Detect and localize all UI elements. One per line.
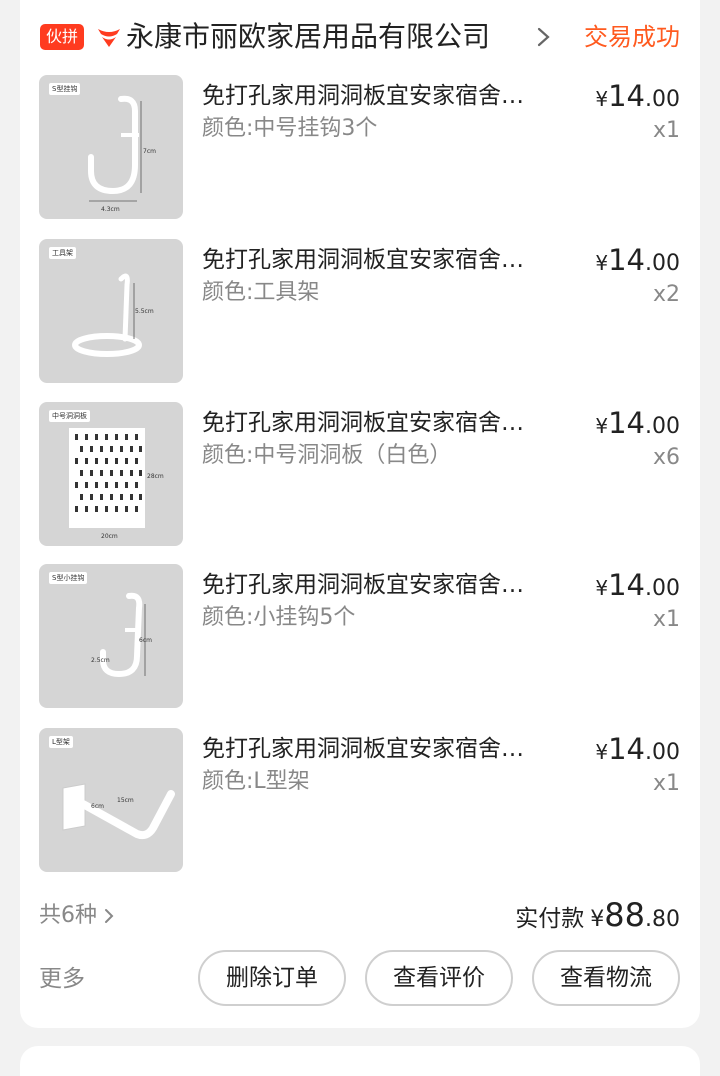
total-label: 实付款 [515, 906, 585, 932]
more-button[interactable]: 更多 [39, 962, 85, 996]
order-item[interactable]: 6cm 2.5cm S型小挂钩 免打孔家用洞洞板宜安家宿舍… 颜色:小挂钩5个 … [20, 564, 700, 710]
product-title[interactable]: 免打孔家用洞洞板宜安家宿舍… [202, 406, 562, 440]
product-quantity: x2 [652, 282, 680, 307]
order-status: 交易成功 [584, 23, 680, 51]
view-review-button[interactable]: 查看评价 [365, 950, 513, 1006]
product-thumbnail[interactable]: 7cm 4.3cm S型挂钩 [39, 75, 183, 219]
delete-order-button[interactable]: 删除订单 [198, 950, 346, 1006]
product-title[interactable]: 免打孔家用洞洞板宜安家宿舍… [202, 243, 562, 277]
product-price: ¥14.00 [595, 732, 680, 766]
dimension-label: 28cm [147, 473, 164, 480]
dimension-label: 7cm [143, 148, 156, 155]
product-variant: 颜色:工具架 [202, 280, 320, 305]
product-price: ¥14.00 [595, 568, 680, 602]
dimension-label: 2.5cm [91, 657, 110, 664]
dimension-label: 6cm [139, 637, 152, 644]
total-paid: 实付款 ¥88.80 [515, 896, 680, 934]
next-order-card [20, 1046, 700, 1076]
thumbnail-label: S型小挂钩 [49, 572, 88, 584]
product-variant: 颜色:中号挂钩3个 [202, 116, 378, 141]
dimension-label: 20cm [101, 533, 118, 540]
product-quantity: x1 [652, 607, 680, 632]
order-item[interactable]: 15cm 6cm L型架 免打孔家用洞洞板宜安家宿舍… 颜色:L型架 ¥14.0… [20, 728, 700, 874]
s-hook-image: 7cm 4.3cm [88, 95, 156, 213]
pegboard-image: 28cm 20cm [69, 428, 164, 540]
product-thumbnail[interactable]: 6cm 2.5cm S型小挂钩 [39, 564, 183, 708]
product-title[interactable]: 免打孔家用洞洞板宜安家宿舍… [202, 568, 562, 602]
shop-name[interactable]: 永康市丽欧家居用品有限公司 [126, 18, 490, 56]
product-quantity: x6 [652, 445, 680, 470]
l-rack-image: 15cm 6cm [62, 783, 175, 840]
dimension-label: 6cm [91, 803, 104, 810]
product-title[interactable]: 免打孔家用洞洞板宜安家宿舍… [202, 79, 562, 113]
thumbnail-label: L型架 [49, 736, 73, 748]
product-variant: 颜色:小挂钩5个 [202, 605, 356, 630]
product-variant: 颜色:L型架 [202, 769, 310, 794]
product-quantity: x1 [652, 118, 680, 143]
product-thumbnail[interactable]: 28cm 20cm 中号洞洞板 [39, 402, 183, 546]
dimension-label: 4.3cm [101, 206, 120, 213]
order-item[interactable]: 28cm 20cm 中号洞洞板 免打孔家用洞洞板宜安家宿舍… 颜色:中号洞洞板（… [20, 402, 700, 548]
wholesale-badge: 伙拼 [40, 24, 84, 50]
product-thumbnail[interactable]: 5.5cm 工具架 [39, 239, 183, 383]
shop-logo-icon [98, 29, 120, 47]
order-item[interactable]: 7cm 4.3cm S型挂钩 免打孔家用洞洞板宜安家宿舍… 颜色:中号挂钩3个 … [20, 75, 700, 221]
view-logistics-button[interactable]: 查看物流 [532, 950, 680, 1006]
item-kinds-link[interactable]: 共6种 [39, 900, 115, 932]
product-title[interactable]: 免打孔家用洞洞板宜安家宿舍… [202, 732, 562, 766]
order-header: 伙拼 永康市丽欧家居用品有限公司 交易成功 [20, 0, 700, 76]
order-card: 伙拼 永康市丽欧家居用品有限公司 交易成功 7cm 4.3cm S型挂钩 免打孔… [20, 0, 700, 1028]
item-kinds-count: 共6种 [39, 903, 97, 928]
product-price: ¥14.00 [595, 406, 680, 440]
product-quantity: x1 [652, 771, 680, 796]
thumbnail-label: S型挂钩 [49, 83, 81, 95]
product-thumbnail[interactable]: 15cm 6cm L型架 [39, 728, 183, 872]
order-item[interactable]: 5.5cm 工具架 免打孔家用洞洞板宜安家宿舍… 颜色:工具架 ¥14.00 x… [20, 239, 700, 385]
product-variant: 颜色:中号洞洞板（白色） [202, 443, 452, 468]
product-price: ¥14.00 [595, 79, 680, 113]
chevron-right-icon[interactable] [533, 26, 553, 48]
chevron-right-icon [105, 909, 114, 923]
product-price: ¥14.00 [595, 243, 680, 277]
dimension-label: 15cm [117, 797, 134, 804]
thumbnail-label: 工具架 [49, 247, 76, 259]
dimension-label: 5.5cm [135, 308, 154, 315]
small-s-hook-image: 6cm 2.5cm [91, 592, 152, 678]
thumbnail-label: 中号洞洞板 [49, 410, 90, 422]
tool-rack-image: 5.5cm [72, 273, 154, 357]
